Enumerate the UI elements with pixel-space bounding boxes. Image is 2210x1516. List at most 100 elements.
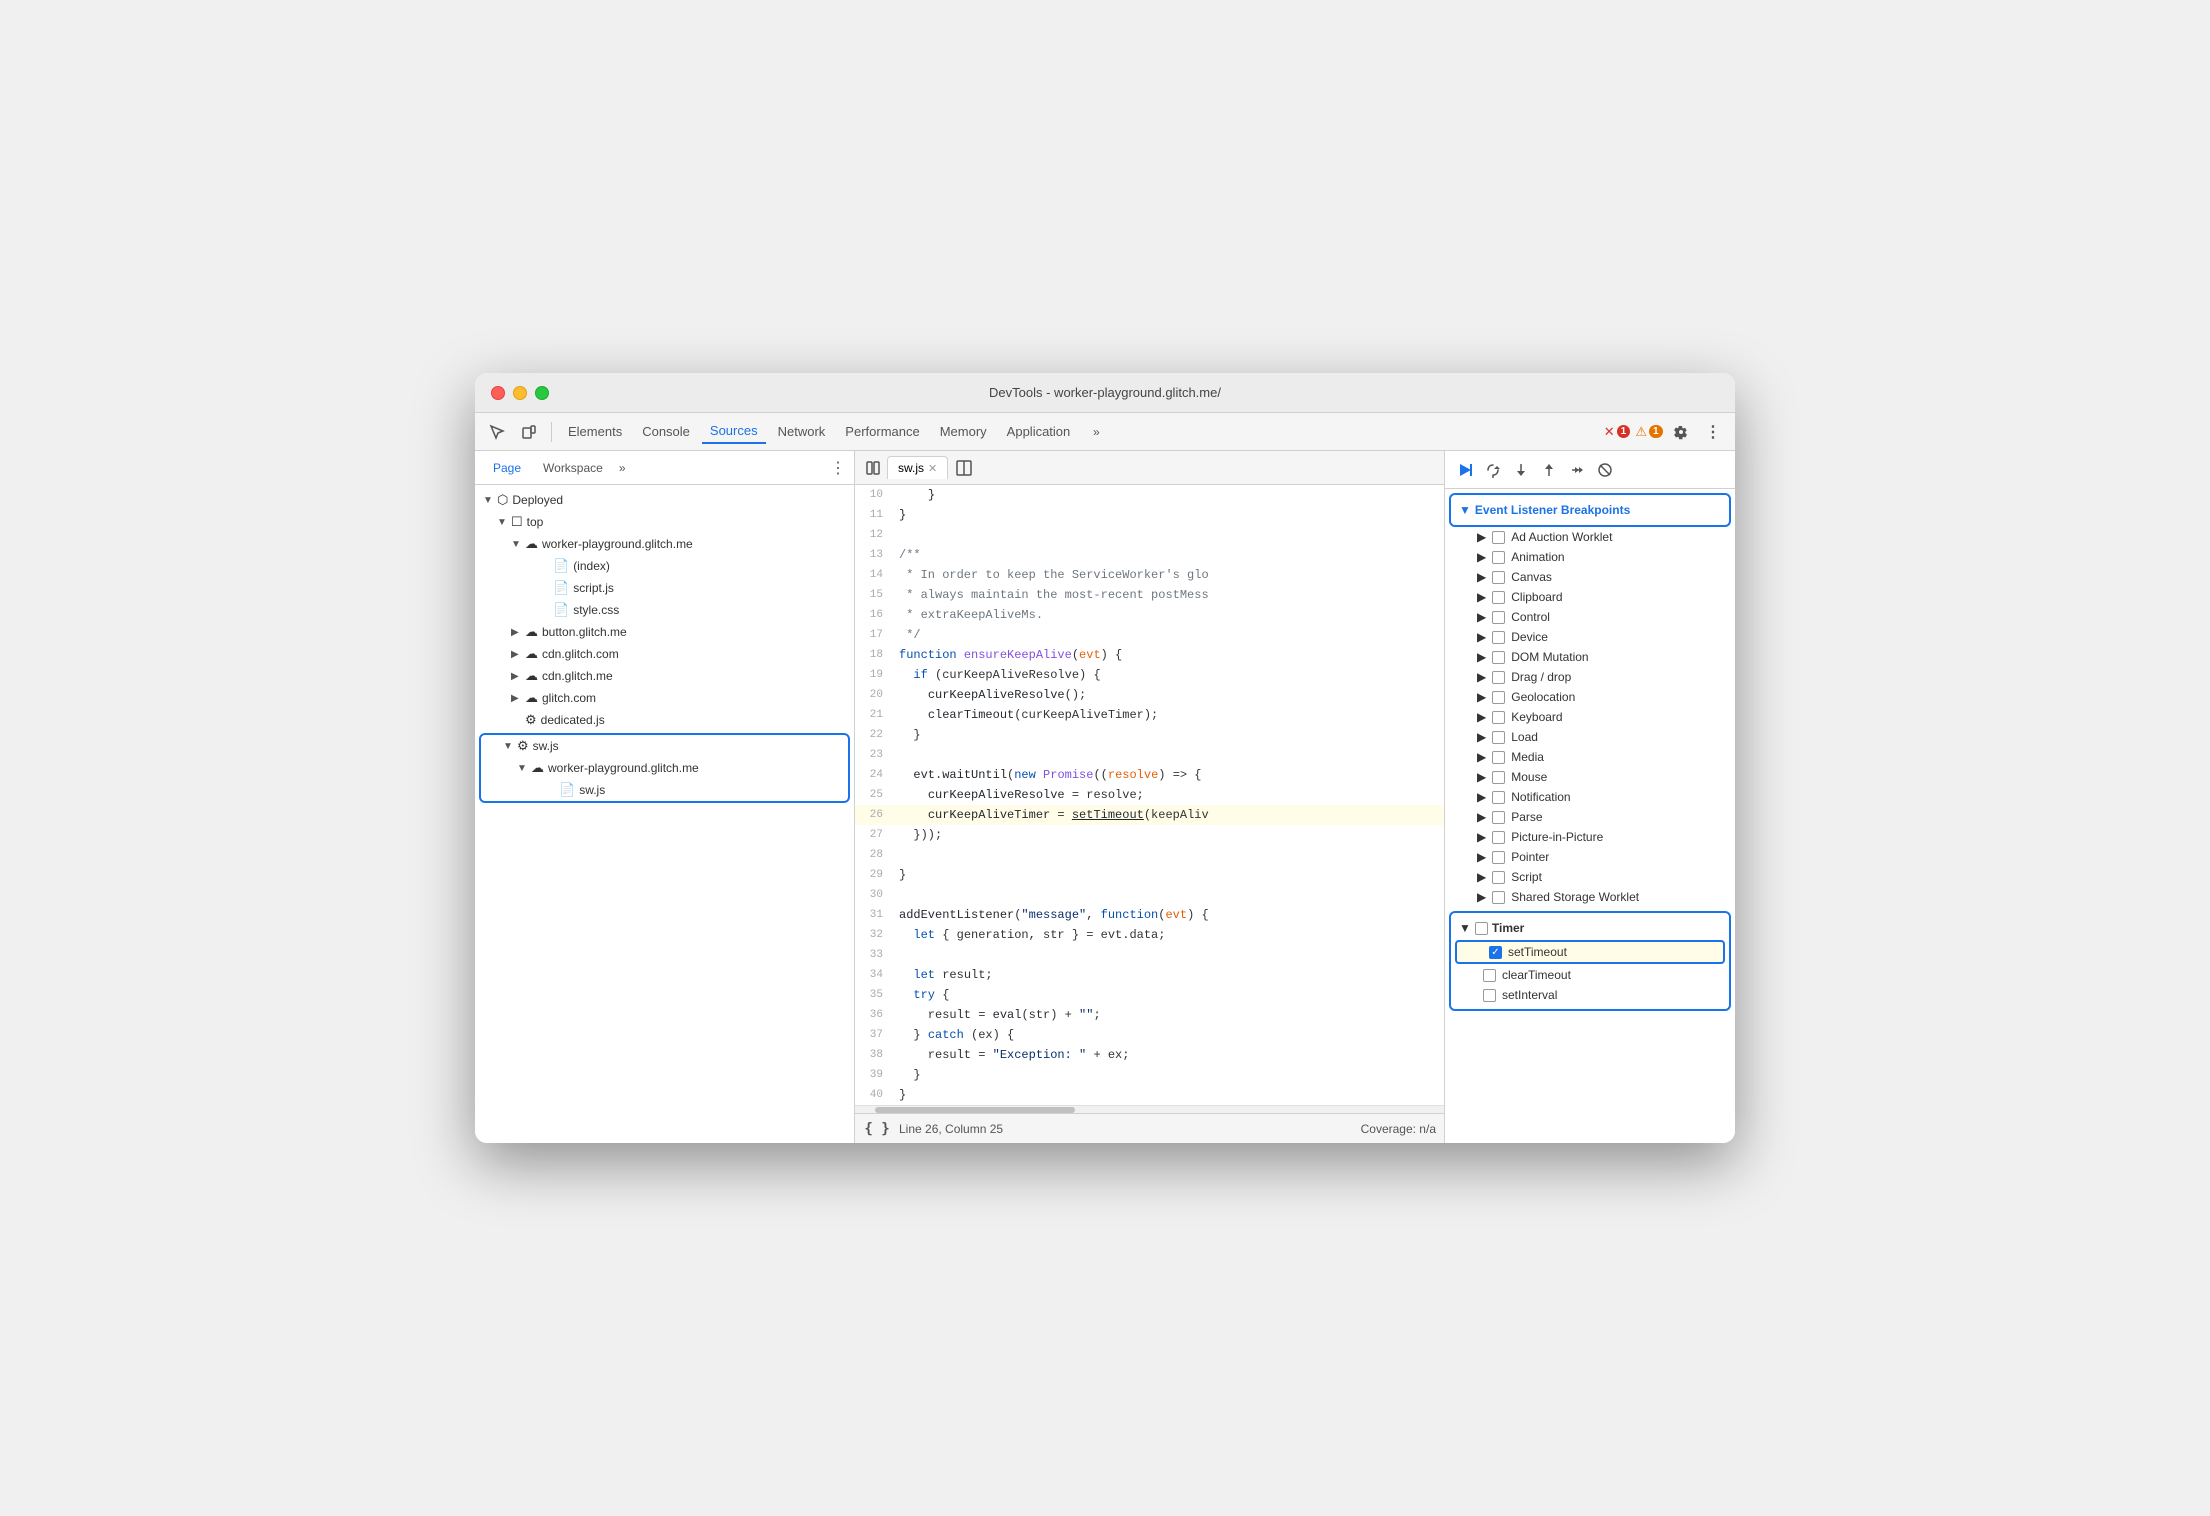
cb-ad-auction[interactable] bbox=[1492, 531, 1505, 544]
cb-device[interactable] bbox=[1492, 631, 1505, 644]
cb-keyboard[interactable] bbox=[1492, 711, 1505, 724]
application-tab[interactable]: Application bbox=[999, 420, 1079, 443]
inspect-icon[interactable] bbox=[483, 418, 511, 446]
bp-group-animation[interactable]: ▶ Animation bbox=[1445, 547, 1735, 567]
cb-timer-group[interactable] bbox=[1475, 922, 1488, 935]
tree-item-dedicatedjs[interactable]: ⚙ dedicated.js bbox=[475, 709, 854, 731]
bp-group-notification[interactable]: ▶ Notification bbox=[1445, 787, 1735, 807]
bp-group-pip[interactable]: ▶ Picture-in-Picture bbox=[1445, 827, 1735, 847]
tree-item-worker-playground[interactable]: ▼ ☁ worker-playground.glitch.me bbox=[475, 533, 854, 555]
bp-group-script[interactable]: ▶ Script bbox=[1445, 867, 1735, 887]
cb-setinterval[interactable] bbox=[1483, 989, 1496, 1002]
error-badge[interactable]: ✕ 1 bbox=[1603, 418, 1631, 446]
workspace-tab[interactable]: Workspace bbox=[533, 457, 613, 479]
bp-item-settimeout[interactable]: ✓ setTimeout bbox=[1455, 940, 1725, 964]
step-over-icon[interactable] bbox=[1481, 458, 1505, 482]
tab-close-icon[interactable]: ✕ bbox=[928, 462, 937, 475]
split-panel-icon[interactable] bbox=[952, 456, 976, 480]
resume-icon[interactable] bbox=[1453, 458, 1477, 482]
code-row-26: 26 curKeepAliveTimer = setTimeout(keepAl… bbox=[855, 805, 1444, 825]
cb-geolocation[interactable] bbox=[1492, 691, 1505, 704]
cb-shared-storage[interactable] bbox=[1492, 891, 1505, 904]
tree-item-glitch-com[interactable]: ▶ ☁ glitch.com bbox=[475, 687, 854, 709]
cb-animation[interactable] bbox=[1492, 551, 1505, 564]
elements-tab[interactable]: Elements bbox=[560, 420, 630, 443]
cb-mouse[interactable] bbox=[1492, 771, 1505, 784]
cb-pointer[interactable] bbox=[1492, 851, 1505, 864]
tree-item-index[interactable]: 📄 (index) bbox=[475, 555, 854, 577]
cb-load[interactable] bbox=[1492, 731, 1505, 744]
console-tab[interactable]: Console bbox=[634, 420, 698, 443]
bp-group-clipboard[interactable]: ▶ Clipboard bbox=[1445, 587, 1735, 607]
performance-tab[interactable]: Performance bbox=[837, 420, 927, 443]
tree-item-cdn-glitch-com[interactable]: ▶ ☁ cdn.glitch.com bbox=[475, 643, 854, 665]
code-editor[interactable]: 10 } 11 } 12 13 /* bbox=[855, 485, 1444, 1105]
cb-clipboard[interactable] bbox=[1492, 591, 1505, 604]
page-tab[interactable]: Page bbox=[483, 457, 531, 479]
bp-group-ad-auction[interactable]: ▶ Ad Auction Worklet bbox=[1445, 527, 1735, 547]
tree-item-button-glitch[interactable]: ▶ ☁ button.glitch.me bbox=[475, 621, 854, 643]
more-tabs-icon[interactable]: » bbox=[1082, 418, 1110, 446]
bp-group-dom-mutation[interactable]: ▶ DOM Mutation bbox=[1445, 647, 1735, 667]
sources-tab[interactable]: Sources bbox=[702, 419, 766, 444]
bp-item-setinterval[interactable]: setInterval bbox=[1451, 985, 1729, 1005]
bp-group-shared-storage[interactable]: ▶ Shared Storage Worklet bbox=[1445, 887, 1735, 907]
tree-item-worker-playground-2[interactable]: ▼ ☁ worker-playground.glitch.me bbox=[481, 757, 848, 779]
tree-item-scriptjs[interactable]: 📄 script.js bbox=[475, 577, 854, 599]
tree-item-cdn-glitch-me[interactable]: ▶ ☁ cdn.glitch.me bbox=[475, 665, 854, 687]
tree-item-swjs-parent[interactable]: ▼ ⚙ sw.js bbox=[481, 735, 848, 757]
code-row-15: 15 * always maintain the most-recent pos… bbox=[855, 585, 1444, 605]
cb-settimeout[interactable]: ✓ bbox=[1489, 946, 1502, 959]
editor-panel: sw.js ✕ 10 bbox=[855, 451, 1445, 1143]
panel-options[interactable]: ⋮ bbox=[830, 458, 846, 478]
memory-tab[interactable]: Memory bbox=[932, 420, 995, 443]
network-tab[interactable]: Network bbox=[770, 420, 834, 443]
cb-dom-mutation[interactable] bbox=[1492, 651, 1505, 664]
sw-js-tab[interactable]: sw.js ✕ bbox=[887, 456, 948, 479]
minimize-button[interactable] bbox=[513, 386, 527, 400]
tree-item-deployed[interactable]: ▼ ⬡ Deployed bbox=[475, 489, 854, 511]
tree-item-top[interactable]: ▼ ☐ top bbox=[475, 511, 854, 533]
format-btn[interactable]: { } bbox=[863, 1115, 891, 1143]
timer-header[interactable]: ▼ Timer bbox=[1451, 917, 1729, 939]
bp-group-parse[interactable]: ▶ Parse bbox=[1445, 807, 1735, 827]
scrollbar-thumb[interactable] bbox=[875, 1107, 1075, 1113]
horizontal-scrollbar[interactable] bbox=[855, 1105, 1444, 1113]
tree-item-swjs-child[interactable]: 📄 sw.js bbox=[481, 779, 848, 801]
cb-notification[interactable] bbox=[1492, 791, 1505, 804]
panel-layout-icon[interactable] bbox=[859, 454, 887, 482]
bp-group-load[interactable]: ▶ Load bbox=[1445, 727, 1735, 747]
close-button[interactable] bbox=[491, 386, 505, 400]
step-into-icon[interactable] bbox=[1509, 458, 1533, 482]
bp-group-mouse[interactable]: ▶ Mouse bbox=[1445, 767, 1735, 787]
bp-group-control[interactable]: ▶ Control bbox=[1445, 607, 1735, 627]
cb-media[interactable] bbox=[1492, 751, 1505, 764]
cb-pip[interactable] bbox=[1492, 831, 1505, 844]
more-options-icon[interactable]: ⋮ bbox=[1699, 418, 1727, 446]
more-tabs-left[interactable]: » bbox=[619, 461, 626, 475]
js-file-icon-2: 📄 bbox=[559, 782, 575, 798]
device-toggle-icon[interactable] bbox=[515, 418, 543, 446]
bp-group-device[interactable]: ▶ Device bbox=[1445, 627, 1735, 647]
bp-group-geolocation[interactable]: ▶ Geolocation bbox=[1445, 687, 1735, 707]
warn-badge[interactable]: ⚠ 1 bbox=[1635, 418, 1663, 446]
cb-parse[interactable] bbox=[1492, 811, 1505, 824]
bp-group-drag-drop[interactable]: ▶ Drag / drop bbox=[1445, 667, 1735, 687]
bp-group-media[interactable]: ▶ Media bbox=[1445, 747, 1735, 767]
bp-group-pointer[interactable]: ▶ Pointer bbox=[1445, 847, 1735, 867]
cb-cleartimeout[interactable] bbox=[1483, 969, 1496, 982]
settings-icon[interactable] bbox=[1667, 418, 1695, 446]
cb-drag-drop[interactable] bbox=[1492, 671, 1505, 684]
bp-group-keyboard[interactable]: ▶ Keyboard bbox=[1445, 707, 1735, 727]
bp-item-cleartimeout[interactable]: clearTimeout bbox=[1451, 965, 1729, 985]
deactivate-breakpoints-icon[interactable] bbox=[1593, 458, 1617, 482]
step-icon[interactable] bbox=[1565, 458, 1589, 482]
maximize-button[interactable] bbox=[535, 386, 549, 400]
bp-group-canvas[interactable]: ▶ Canvas bbox=[1445, 567, 1735, 587]
cb-control[interactable] bbox=[1492, 611, 1505, 624]
cb-script[interactable] bbox=[1492, 871, 1505, 884]
step-out-icon[interactable] bbox=[1537, 458, 1561, 482]
tree-item-stylecss[interactable]: 📄 style.css bbox=[475, 599, 854, 621]
elb-header[interactable]: ▼ Event Listener Breakpoints bbox=[1451, 499, 1729, 521]
cb-canvas[interactable] bbox=[1492, 571, 1505, 584]
